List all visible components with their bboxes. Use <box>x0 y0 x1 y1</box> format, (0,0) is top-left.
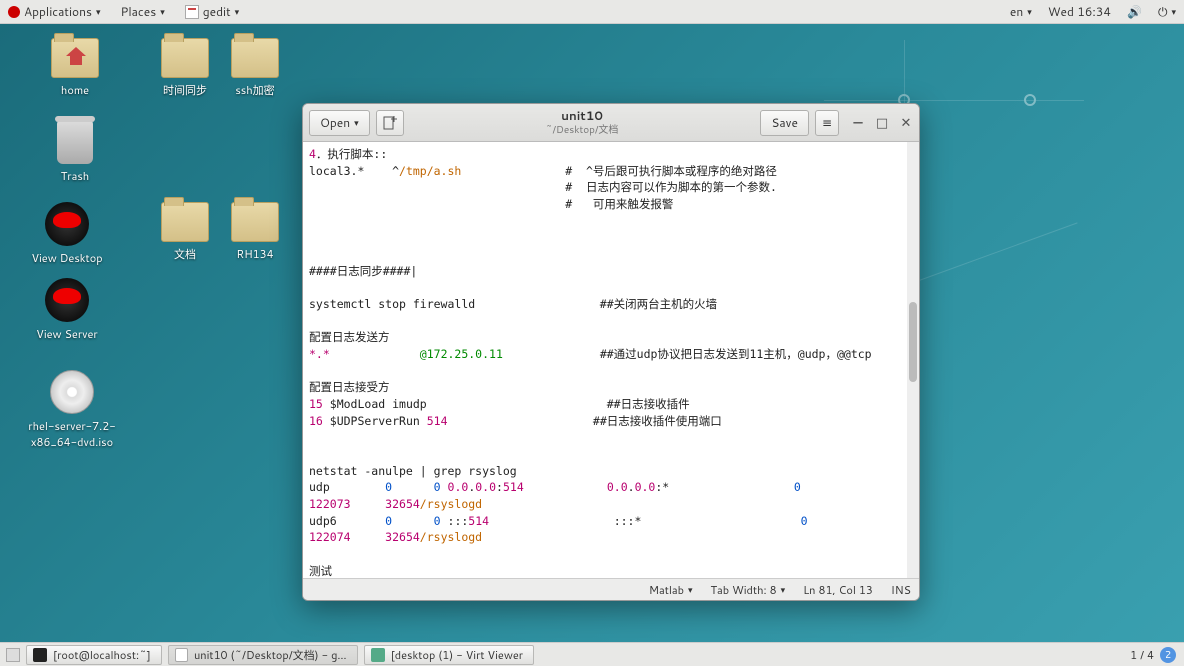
taskbar-item-gedit[interactable]: unit10 (~/Desktop/文档) - gedit <box>168 645 358 665</box>
virt-viewer-icon <box>371 648 385 662</box>
vertical-scrollbar[interactable] <box>907 142 919 578</box>
hamburger-icon: ≡ <box>822 114 832 131</box>
hamburger-menu[interactable]: ≡ <box>815 110 839 136</box>
gedit-window: Open▾ unit10 ~/Desktop/文档 Save ≡ — □ ✕ 4… <box>302 103 920 601</box>
close-button[interactable]: ✕ <box>899 116 913 130</box>
taskbar-item-virt-viewer[interactable]: [desktop (1) - Virt Viewer <box>364 645 534 665</box>
scrollbar-thumb[interactable] <box>909 302 917 382</box>
redhat-disc-icon <box>45 278 89 322</box>
desktop-icon-trash[interactable]: Trash <box>30 120 120 184</box>
active-app-menu[interactable]: gedit▾ <box>177 0 247 24</box>
desktop-icon-view-desktop[interactable]: View Desktop <box>22 202 112 266</box>
gedit-icon <box>175 648 188 662</box>
applications-menu[interactable]: Applications▾ <box>0 0 108 24</box>
cursor-position: Ln 81, Col 13 <box>803 582 873 598</box>
disc-icon <box>50 370 94 414</box>
open-button[interactable]: Open▾ <box>309 110 370 136</box>
workspace-indicator[interactable]: 1 / 4 <box>1130 647 1154 663</box>
statusbar: Matlab▾ Tab Width: 8▾ Ln 81, Col 13 INS <box>303 578 919 600</box>
tab-width-selector[interactable]: Tab Width: 8▾ <box>711 582 786 598</box>
power-menu[interactable]: ⏻▾ <box>1150 0 1184 24</box>
sound-icon[interactable]: 🔊 <box>1119 0 1150 24</box>
desktop-icon-iso[interactable]: rhel-server-7.2-x86_64-dvd.iso <box>22 370 122 450</box>
minimize-button[interactable]: — <box>851 116 865 130</box>
new-tab-button[interactable] <box>376 110 404 136</box>
notification-badge[interactable]: 2 <box>1160 647 1176 663</box>
desktop-icon-view-server[interactable]: View Server <box>22 278 112 342</box>
desktop-folder-ssh[interactable]: ssh加密 <box>210 38 300 98</box>
clock[interactable]: Wed 16:34 <box>1040 0 1119 24</box>
language-selector[interactable]: Matlab▾ <box>649 582 693 598</box>
redhat-disc-icon <box>45 202 89 246</box>
insert-mode: INS <box>891 582 911 598</box>
show-desktop-button[interactable] <box>6 648 20 662</box>
bottom-taskbar: [root@localhost:~] unit10 (~/Desktop/文档)… <box>0 642 1184 666</box>
top-panel: Applications▾ Places▾ gedit▾ en▾ Wed 16:… <box>0 0 1184 24</box>
gedit-icon <box>185 5 199 19</box>
terminal-icon <box>33 648 47 662</box>
desktop-icon-home[interactable]: home <box>30 38 120 98</box>
places-menu[interactable]: Places▾ <box>112 0 172 24</box>
save-button[interactable]: Save <box>760 110 809 136</box>
headerbar[interactable]: Open▾ unit10 ~/Desktop/文档 Save ≡ — □ ✕ <box>303 104 919 142</box>
folder-icon <box>231 202 279 242</box>
folder-icon <box>161 38 209 78</box>
text-editor[interactable]: 4．执行脚本:: local3.* ^/tmp/a.sh # ^号后跟可执行脚本… <box>303 142 919 578</box>
folder-icon <box>161 202 209 242</box>
trash-icon <box>57 120 93 164</box>
window-title: unit10 ~/Desktop/文档 <box>410 109 755 135</box>
folder-icon <box>231 38 279 78</box>
home-folder-icon <box>51 38 99 78</box>
keyboard-layout[interactable]: en▾ <box>1002 0 1040 24</box>
redhat-icon <box>8 6 20 18</box>
maximize-button[interactable]: □ <box>875 116 889 130</box>
new-document-icon <box>383 116 397 130</box>
taskbar-item-terminal[interactable]: [root@localhost:~] <box>26 645 162 665</box>
desktop-folder-rh134[interactable]: RH134 <box>210 202 300 262</box>
